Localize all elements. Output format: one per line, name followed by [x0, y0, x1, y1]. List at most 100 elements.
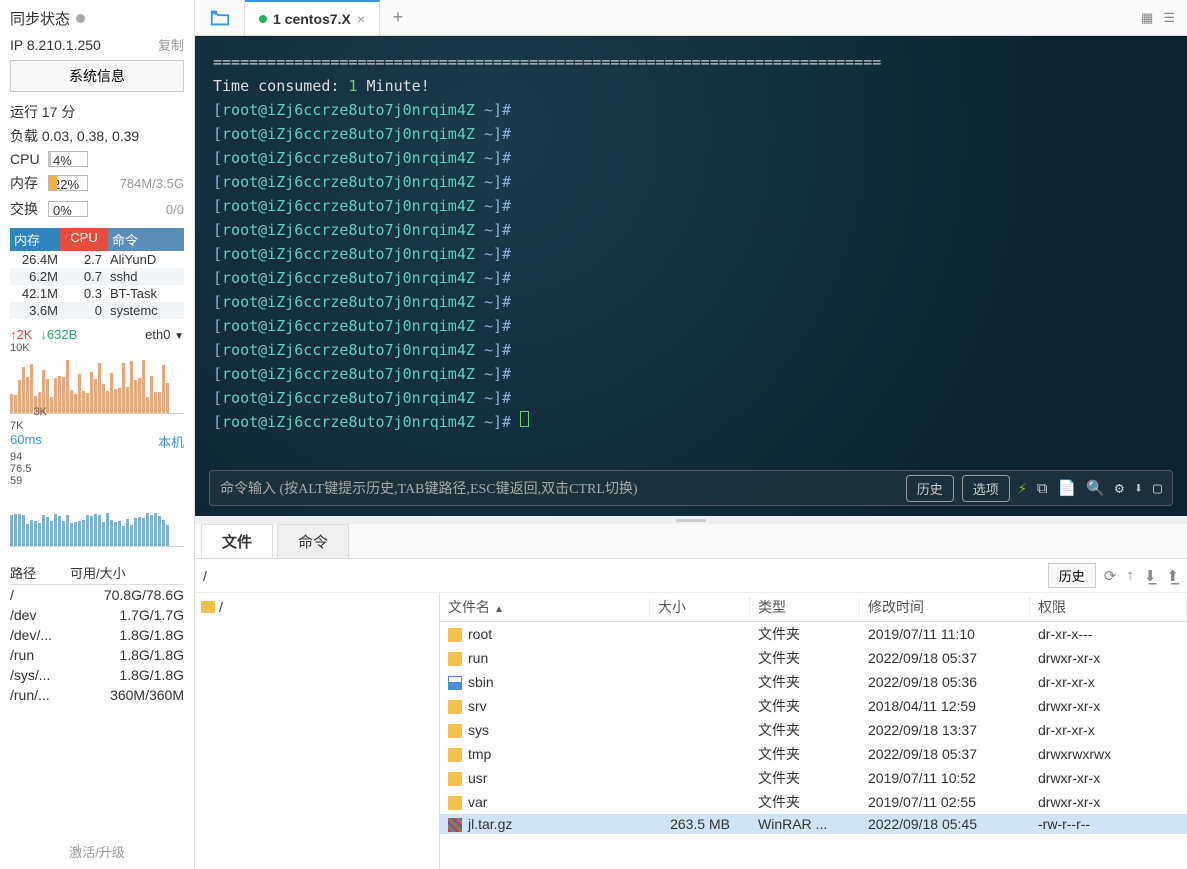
command-input[interactable]: 命令输入 (按ALT键提示历史,TAB键路径,ESC键返回,双击CTRL切换) [220, 478, 898, 498]
process-row[interactable]: 42.1M0.3BT-Task [10, 285, 184, 302]
col-name[interactable]: 文件名▲ [440, 597, 650, 617]
folder-icon [448, 652, 462, 666]
cmdbar-icons: ⚡ ⧉ 📄 🔍 ⚙ ⬇ ▢ [1018, 479, 1162, 497]
mem-metric: 内存 22% 784M/3.5G [10, 173, 184, 193]
col-type[interactable]: 类型 [750, 597, 860, 617]
tree-root[interactable]: / [199, 597, 435, 617]
command-bar: 命令输入 (按ALT键提示历史,TAB键路径,ESC键返回,双击CTRL切换) … [209, 470, 1173, 506]
network-row: ↑2K ↓632B eth0 ▼ [10, 327, 184, 342]
gear-icon[interactable]: ⚙ [1115, 479, 1124, 497]
file-row[interactable]: jl.tar.gz263.5 MBWinRAR ...2022/09/18 05… [440, 814, 1187, 834]
latency-local[interactable]: 本机 [158, 432, 184, 451]
swap-metric: 交换 0% 0/0 [10, 199, 184, 219]
close-tab-button[interactable]: × [357, 11, 365, 27]
net-upload: ↑2K [10, 327, 32, 342]
disk-row[interactable]: /sys/...1.8G/1.8G [10, 665, 184, 685]
col-perm[interactable]: 权限 [1030, 597, 1187, 617]
latency-chart [10, 489, 184, 547]
col-time[interactable]: 修改时间 [860, 597, 1030, 617]
col-size[interactable]: 大小 [650, 597, 750, 617]
file-row[interactable]: usr文件夹2019/07/11 10:52drwxr-xr-x [440, 766, 1187, 790]
cpu-label: CPU [10, 151, 42, 167]
disk-header: 路径 可用/大小 [10, 563, 184, 585]
folder-icon [448, 748, 462, 762]
open-folder-button[interactable] [195, 0, 245, 35]
copy-icon[interactable]: ⧉ [1037, 479, 1048, 497]
rar-icon [448, 818, 462, 832]
sync-status: 同步状态 [10, 8, 184, 29]
upload-file-icon[interactable]: ⬆̲ [1166, 567, 1179, 585]
history-button[interactable]: 历史 [906, 475, 954, 502]
up-icon[interactable]: ↑ [1126, 567, 1134, 585]
process-row[interactable]: 3.6M0systemc [10, 302, 184, 319]
folder-icon [448, 772, 462, 786]
file-row[interactable]: sbin文件夹2022/09/18 05:36dr-xr-xr-x [440, 670, 1187, 694]
folder-icon [448, 724, 462, 738]
net-chart-y: 10K [10, 342, 184, 354]
terminal[interactable]: ========================================… [195, 36, 1187, 516]
sort-asc-icon: ▲ [494, 604, 504, 615]
path-input[interactable]: / [203, 568, 1040, 584]
disk-list: /70.8G/78.6G/dev1.7G/1.7G/dev/...1.8G/1.… [10, 585, 184, 705]
process-row[interactable]: 6.2M0.7sshd [10, 268, 184, 285]
file-row[interactable]: tmp文件夹2022/09/18 05:37drwxrwxrwx [440, 742, 1187, 766]
proc-header-cmd[interactable]: 命令 [108, 228, 184, 251]
sbin-icon [448, 676, 462, 690]
folder-icon [448, 700, 462, 714]
sidebar: 同步状态 IP 8.210.1.250 复制 系统信息 运行 17 分 负载 0… [0, 0, 195, 869]
mem-extra: 784M/3.5G [120, 176, 184, 191]
disk-row[interactable]: /dev/...1.8G/1.8G [10, 625, 184, 645]
main: 1 centos7.X × + ▦ ☰ ====================… [195, 0, 1187, 869]
download-file-icon[interactable]: ⬇̲ [1144, 567, 1157, 585]
folder-open-icon [209, 7, 231, 29]
fullscreen-icon[interactable]: ▢ [1153, 479, 1162, 497]
disk-row[interactable]: /run/...360M/360M [10, 685, 184, 705]
file-row[interactable]: run文件夹2022/09/18 05:37drwxr-xr-x [440, 646, 1187, 670]
process-row[interactable]: 26.4M2.7AliYunD [10, 251, 184, 268]
proc-header-mem[interactable]: 内存 [10, 228, 60, 251]
tab-centos[interactable]: 1 centos7.X × [245, 0, 380, 35]
folder-icon [201, 601, 215, 613]
download-icon[interactable]: ⬇ [1134, 479, 1143, 497]
file-row[interactable]: var文件夹2019/07/11 02:55drwxr-xr-x [440, 790, 1187, 814]
disk-row[interactable]: /dev1.7G/1.7G [10, 605, 184, 625]
proc-header-cpu[interactable]: CPU [60, 228, 108, 251]
chevron-down-icon: ▼ [174, 331, 184, 342]
file-row[interactable]: srv文件夹2018/04/11 12:59drwxr-xr-x [440, 694, 1187, 718]
grid-view-icon[interactable]: ▦ [1141, 10, 1153, 26]
latency-value[interactable]: 60ms [10, 432, 42, 451]
tabbar: 1 centos7.X × + ▦ ☰ [195, 0, 1187, 36]
system-info-button[interactable]: 系统信息 [10, 60, 184, 92]
file-row[interactable]: sys文件夹2022/09/18 13:37dr-xr-xr-x [440, 718, 1187, 742]
options-button[interactable]: 选项 [962, 475, 1010, 502]
swap-label: 交换 [10, 199, 42, 219]
bolt-icon[interactable]: ⚡ [1018, 479, 1027, 497]
sync-label: 同步状态 [10, 8, 70, 29]
sync-dot-icon [76, 14, 85, 23]
path-history-button[interactable]: 历史 [1048, 563, 1096, 588]
cpu-metric: CPU 4% [10, 151, 184, 167]
folder-tree[interactable]: / [195, 593, 440, 869]
tab-files[interactable]: 文件 [201, 524, 273, 558]
mem-label: 内存 [10, 173, 42, 193]
net-interface-select[interactable]: eth0 ▼ [145, 327, 184, 342]
pathbar: / 历史 ⟳ ↑ ⬇̲ ⬆̲ [195, 559, 1187, 593]
drag-handle[interactable] [195, 516, 1187, 524]
disk-row[interactable]: /70.8G/78.6G [10, 585, 184, 605]
refresh-icon[interactable]: ⟳ [1104, 567, 1117, 585]
activate-link[interactable]: 激活/升级 [10, 842, 184, 861]
add-tab-button[interactable]: + [380, 0, 416, 35]
file-row[interactable]: root文件夹2019/07/11 11:10dr-xr-x--- [440, 622, 1187, 646]
pathbar-icons: ⟳ ↑ ⬇̲ ⬆̲ [1104, 567, 1179, 585]
swap-bar: 0% [48, 201, 88, 217]
ip-label: IP 8.210.1.250 [10, 37, 101, 53]
tab-commands[interactable]: 命令 [277, 524, 349, 558]
disk-header-path[interactable]: 路径 [10, 563, 70, 582]
copy-button[interactable]: 复制 [158, 35, 184, 54]
menu-icon[interactable]: ☰ [1163, 10, 1175, 26]
paste-icon[interactable]: 📄 [1058, 479, 1077, 497]
cpu-bar: 4% [48, 151, 88, 167]
disk-header-size[interactable]: 可用/大小 [70, 563, 184, 582]
disk-row[interactable]: /run1.8G/1.8G [10, 645, 184, 665]
search-icon[interactable]: 🔍 [1086, 479, 1105, 497]
